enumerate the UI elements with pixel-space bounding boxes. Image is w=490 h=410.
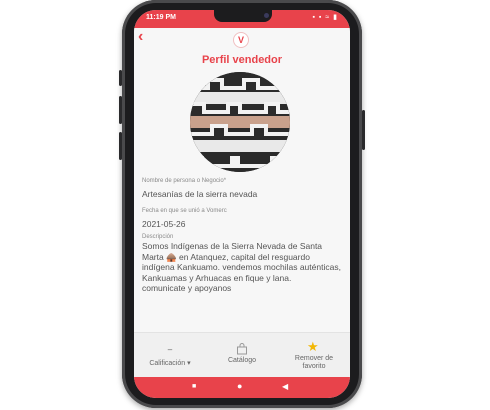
- description-value: Somos Indígenas de la Sierra Nevada de S…: [142, 241, 341, 293]
- catalog-label: Catálogo: [227, 357, 257, 364]
- nav-back-icon[interactable]: ◀: [282, 382, 288, 391]
- rating-button[interactable]: – Calificación ▾: [140, 333, 200, 378]
- shopping-bag-icon: [236, 343, 248, 358]
- name-value: Artesanías de la sierra nevada: [142, 189, 258, 199]
- bottom-action-bar: – Calificación ▾ Catálogo ★ Remover de f…: [134, 332, 350, 378]
- page-title: Perfil vendedor: [201, 54, 283, 66]
- power-button: [362, 110, 365, 150]
- join-date-value: 2021-05-26: [142, 219, 186, 229]
- remove-favorite-label: Remover de favorito: [294, 355, 334, 370]
- silent-switch: [119, 70, 122, 86]
- seller-avatar: [190, 72, 290, 172]
- name-label: Nombre de persona o Negocio*: [142, 178, 227, 184]
- status-time: 11:19 PM: [146, 14, 176, 21]
- remove-favorite-button[interactable]: ★ Remover de favorito: [282, 333, 346, 378]
- app-bar: ‹ V Perfil vendedor: [134, 28, 350, 72]
- catalog-button[interactable]: Catálogo: [212, 333, 272, 378]
- woven-pattern-image: [190, 72, 290, 172]
- join-date-label: Fecha en que se unió a Vomerc: [142, 208, 227, 214]
- volume-up-button: [119, 96, 122, 124]
- status-icons: ▪ ▪ ≈ ▮: [312, 14, 338, 21]
- phone-screen: 11:19 PM ▪ ▪ ≈ ▮ ‹ V Perfil vendedor Nom…: [134, 10, 350, 398]
- rating-label: Calificación ▾: [149, 360, 191, 367]
- description-label: Descripción: [142, 234, 174, 240]
- android-nav-bar: ■ ● ◀: [134, 377, 350, 398]
- volume-down-button: [119, 132, 122, 160]
- front-camera: [264, 13, 269, 18]
- recent-apps-icon[interactable]: ■: [192, 383, 196, 390]
- back-arrow-icon[interactable]: ‹: [138, 28, 143, 46]
- home-icon[interactable]: ●: [237, 381, 242, 391]
- rating-value: –: [167, 345, 173, 354]
- app-logo: V: [233, 32, 249, 48]
- star-icon: ★: [307, 339, 319, 354]
